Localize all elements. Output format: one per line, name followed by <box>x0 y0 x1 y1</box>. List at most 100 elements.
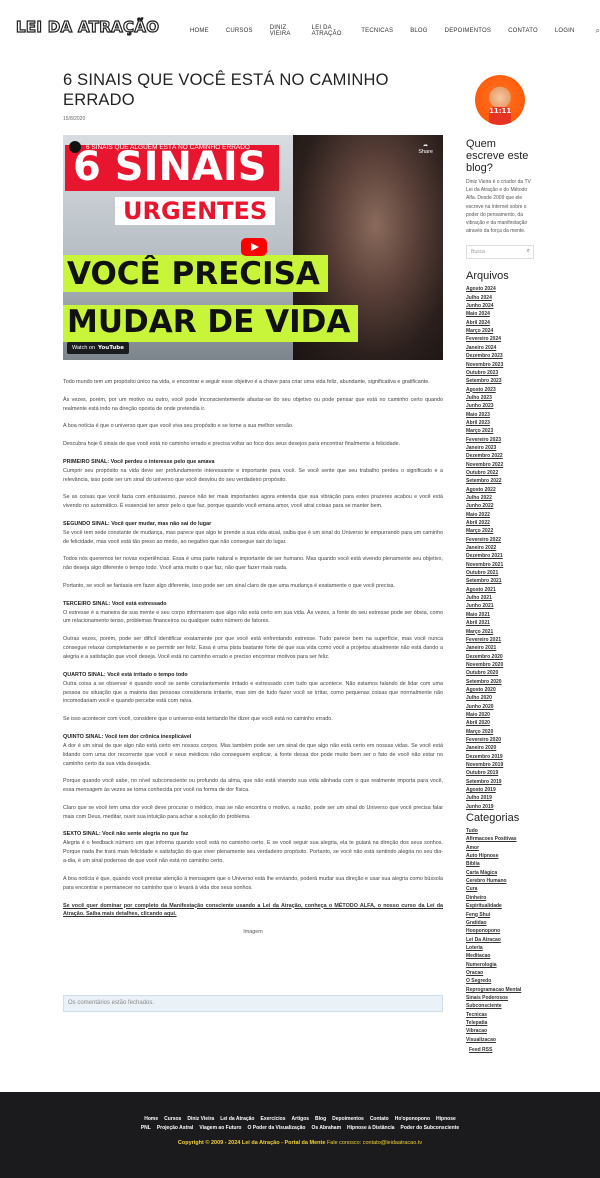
footer-link[interactable]: Lei da Atração <box>220 1116 254 1122</box>
archive-link[interactable]: Janeiro 2020 <box>466 744 534 752</box>
archive-link[interactable]: Julho 2019 <box>466 794 534 802</box>
category-link[interactable]: Hooponopono <box>466 927 534 935</box>
archive-link[interactable]: Maio 2024 <box>466 310 534 318</box>
category-link[interactable]: Gratidao <box>466 919 534 927</box>
archive-link[interactable]: Julho 2022 <box>466 494 534 502</box>
footer-link[interactable]: Artigos <box>292 1116 310 1122</box>
archive-link[interactable]: Dezembro 2022 <box>466 452 534 460</box>
video-title-bar[interactable]: 6 SINAIS QUE ALGUÉM ESTÁ NO CAMINHO ERRA… <box>69 141 250 153</box>
contact-text[interactable]: Fale conosco: contato@leidaatracao.tv <box>327 1140 422 1146</box>
footer-link[interactable]: O Poder da Visualização <box>247 1125 305 1131</box>
archive-link[interactable]: Julho 2021 <box>466 594 534 602</box>
archive-link[interactable]: Fevereiro 2022 <box>466 536 534 544</box>
footer-link[interactable]: Exercícios <box>261 1116 286 1122</box>
play-button[interactable] <box>241 238 267 256</box>
archive-link[interactable]: Setembro 2020 <box>466 678 534 686</box>
category-link[interactable]: Reprogramacao Mental <box>466 986 534 994</box>
search-icon[interactable]: ⌕ <box>527 248 530 255</box>
archive-link[interactable]: Agosto 2021 <box>466 586 534 594</box>
archive-link[interactable]: Outubro 2021 <box>466 569 534 577</box>
category-link[interactable]: Tecnicas <box>466 1011 534 1019</box>
archive-link[interactable]: Agosto 2024 <box>466 285 534 293</box>
sidebar-search-input[interactable]: Busca ⌕ <box>466 245 534 260</box>
nav-item-login[interactable]: LOGIN <box>555 28 575 34</box>
nav-item-diniz-vieira[interactable]: DINIZ VIEIRA <box>270 25 295 37</box>
category-link[interactable]: Subconsciente <box>466 1002 534 1010</box>
archive-link[interactable]: Fevereiro 2020 <box>466 736 534 744</box>
category-link[interactable]: Numerologia <box>466 961 534 969</box>
footer-link[interactable]: Home <box>144 1116 158 1122</box>
archive-link[interactable]: Junho 2024 <box>466 302 534 310</box>
archive-link[interactable]: Junho 2020 <box>466 703 534 711</box>
archive-link[interactable]: Agosto 2020 <box>466 686 534 694</box>
category-link[interactable]: Feng Shui <box>466 911 534 919</box>
archive-link[interactable]: Abril 2022 <box>466 519 534 527</box>
category-link[interactable]: Bíblia <box>466 860 534 868</box>
nav-item-contato[interactable]: CONTATO <box>508 28 538 34</box>
category-link[interactable]: Oracao <box>466 969 534 977</box>
category-link[interactable]: Dinheiro <box>466 894 534 902</box>
archive-link[interactable]: Outubro 2019 <box>466 769 534 777</box>
footer-link[interactable]: Poder do Subconsciente <box>401 1125 460 1131</box>
archive-link[interactable]: Abril 2024 <box>466 319 534 327</box>
footer-link[interactable]: Diniz Vieira <box>187 1116 214 1122</box>
footer-link[interactable]: Os Abraham <box>311 1125 341 1131</box>
archive-link[interactable]: Março 2024 <box>466 327 534 335</box>
archive-link[interactable]: Novembro 2023 <box>466 361 534 369</box>
archive-link[interactable]: Setembro 2019 <box>466 778 534 786</box>
share-button[interactable]: ➦ Share <box>418 143 433 155</box>
category-link[interactable]: Cura <box>466 885 534 893</box>
category-link[interactable]: Telepatia <box>466 1019 534 1027</box>
archive-link[interactable]: Outubro 2022 <box>466 469 534 477</box>
site-logo[interactable]: LEI DA ATRAÇÃO <box>15 17 159 36</box>
archive-link[interactable]: Abril 2023 <box>466 419 534 427</box>
footer-link[interactable]: Hipnose <box>436 1116 456 1122</box>
archive-link[interactable]: Maio 2022 <box>466 511 534 519</box>
archive-link[interactable]: Junho 2022 <box>466 502 534 510</box>
category-link[interactable]: Vibracao <box>466 1027 534 1035</box>
archive-link[interactable]: Outubro 2020 <box>466 669 534 677</box>
archive-link[interactable]: Junho 2019 <box>466 803 534 811</box>
archive-link[interactable]: Julho 2024 <box>466 294 534 302</box>
archive-link[interactable]: Maio 2023 <box>466 411 534 419</box>
archive-link[interactable]: Janeiro 2023 <box>466 444 534 452</box>
archive-link[interactable]: Junho 2023 <box>466 402 534 410</box>
footer-link[interactable]: Blog <box>315 1116 326 1122</box>
archive-link[interactable]: Fevereiro 2023 <box>466 436 534 444</box>
nav-item-home[interactable]: Home <box>190 28 209 34</box>
nav-item-lei-da-atra-o[interactable]: LEI DA ATRAÇÃO <box>312 25 345 37</box>
category-link[interactable]: Tudo <box>466 827 534 835</box>
search-icon[interactable]: ⌕ <box>596 26 600 36</box>
archive-link[interactable]: Janeiro 2021 <box>466 644 534 652</box>
archive-link[interactable]: Fevereiro 2021 <box>466 636 534 644</box>
category-link[interactable]: Afirmacoes Positivas <box>466 835 534 843</box>
archive-link[interactable]: Novembro 2019 <box>466 761 534 769</box>
cta-link[interactable]: Se você quer dominar por completo da Man… <box>63 902 443 920</box>
nav-item-cursos[interactable]: CURSOS <box>226 28 253 34</box>
archive-link[interactable]: Agosto 2023 <box>466 386 534 394</box>
nav-item-depoimentos[interactable]: DEPOIMENTOS <box>445 28 491 34</box>
archive-link[interactable]: Agosto 2019 <box>466 786 534 794</box>
archive-link[interactable]: Abril 2020 <box>466 719 534 727</box>
archive-link[interactable]: Novembro 2022 <box>466 461 534 469</box>
archive-link[interactable]: Setembro 2021 <box>466 577 534 585</box>
footer-link[interactable]: Projeção Astral <box>157 1125 194 1131</box>
video-embed[interactable]: 6 SINAIS URGENTES VOCÊ PRECISA MUDAR DE … <box>63 135 443 360</box>
category-link[interactable]: Sinais Poderosos <box>466 994 534 1002</box>
archive-link[interactable]: Março 2021 <box>466 628 534 636</box>
archive-link[interactable]: Março 2020 <box>466 728 534 736</box>
archive-link[interactable]: Outubro 2023 <box>466 369 534 377</box>
archive-link[interactable]: Novembro 2020 <box>466 661 534 669</box>
footer-link[interactable]: Hipnose à Distância <box>347 1125 395 1131</box>
archive-link[interactable]: Julho 2023 <box>466 394 534 402</box>
archive-link[interactable]: Dezembro 2021 <box>466 552 534 560</box>
archive-link[interactable]: Janeiro 2024 <box>466 344 534 352</box>
footer-link[interactable]: Viagem ao Futuro <box>199 1125 241 1131</box>
archive-link[interactable]: Junho 2021 <box>466 602 534 610</box>
category-link[interactable]: Carta Mágica <box>466 869 534 877</box>
footer-link[interactable]: Ho'oponopono <box>395 1116 430 1122</box>
archive-link[interactable]: Dezembro 2020 <box>466 653 534 661</box>
category-link[interactable]: Auto Hipnose <box>466 852 534 860</box>
archive-link[interactable]: Julho 2020 <box>466 694 534 702</box>
category-link[interactable]: Lei Da Atracao <box>466 936 534 944</box>
